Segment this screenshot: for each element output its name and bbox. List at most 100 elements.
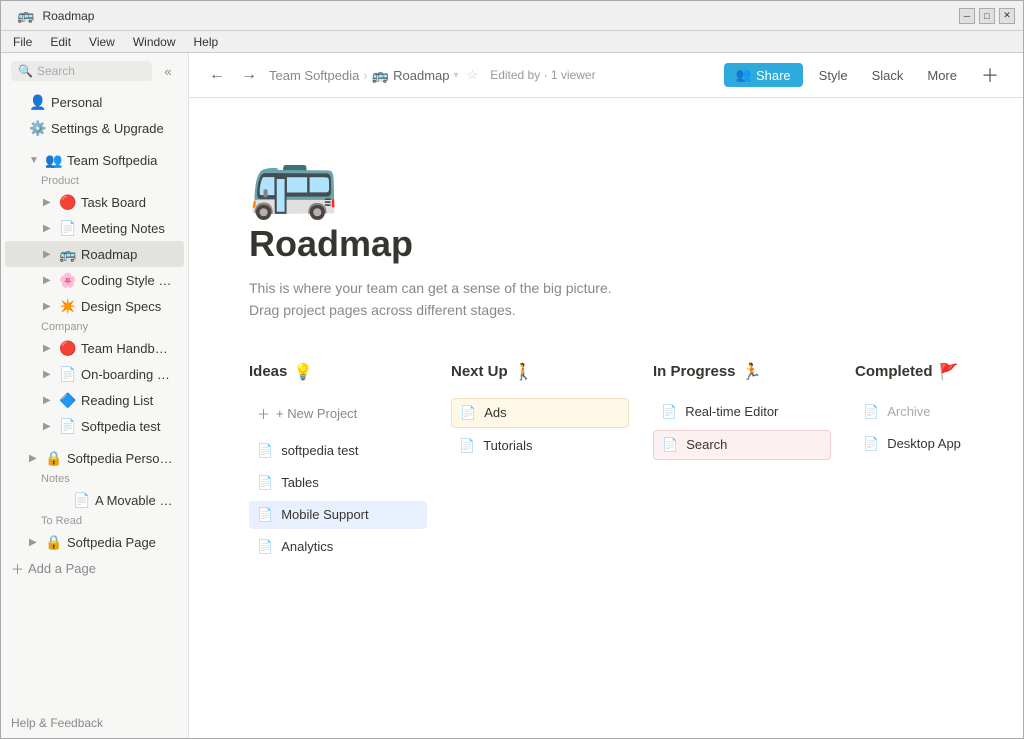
- breadcrumb: Team Softpedia › 🚌 Roadmap ▾ ☆ Edited by…: [269, 67, 716, 84]
- breadcrumb-team[interactable]: Team Softpedia: [269, 68, 359, 83]
- app-icon: 🚌: [9, 1, 42, 31]
- add-button[interactable]: ＋: [973, 58, 1007, 92]
- card-label-tables: Tables: [281, 475, 419, 490]
- sidebar-personal-section[interactable]: ▶ 🔒 Softpedia Personal: [5, 445, 184, 471]
- roadmap-label: Roadmap: [81, 247, 174, 262]
- add-page-plus-icon: ＋: [11, 559, 24, 578]
- menu-window[interactable]: Window: [125, 33, 184, 51]
- sidebar-item-handbook[interactable]: ▶ 🔴 Team Handbook: [5, 335, 184, 361]
- card-icon-archive: 📄: [863, 404, 879, 420]
- search-box[interactable]: 🔍 Search: [11, 61, 152, 81]
- sidebar: 🔍 Search « 👤 Personal ⚙️ Settings & Upgr…: [1, 53, 189, 738]
- breadcrumb-chevron-icon: ▾: [454, 70, 459, 81]
- style-label: Style: [819, 68, 848, 83]
- card-softpedia-test[interactable]: 📄 softpedia test: [249, 437, 427, 465]
- style-button[interactable]: Style: [811, 64, 856, 87]
- completed-title: Completed: [855, 363, 933, 380]
- more-button[interactable]: More: [919, 64, 965, 87]
- card-search[interactable]: 📄 Search: [653, 430, 831, 460]
- kanban-col-completed: Completed 🚩 📄 Archive 📄 Desktop App: [855, 362, 1023, 462]
- sidebar-product-heading: Product: [1, 173, 188, 189]
- kanban-board: Ideas 💡 ＋ + New Project 📄 softpedia test: [249, 362, 963, 565]
- settings-icon: ⚙️: [29, 119, 47, 137]
- menu-view[interactable]: View: [81, 33, 123, 51]
- onboarding-arrow-icon: ▶: [43, 369, 59, 380]
- card-tables[interactable]: 📄 Tables: [249, 469, 427, 497]
- team-icon: 👥: [45, 151, 63, 169]
- sidebar-item-meeting-notes[interactable]: ▶ 📄 Meeting Notes: [5, 215, 184, 241]
- close-button[interactable]: ✕: [999, 8, 1015, 24]
- forward-button[interactable]: →: [237, 64, 261, 86]
- team-arrow-icon: ▼: [29, 155, 45, 166]
- card-analytics[interactable]: 📄 Analytics: [249, 533, 427, 561]
- card-icon-tables: 📄: [257, 475, 273, 491]
- sidebar-item-coding-style[interactable]: ▶ 🌸 Coding Style Guide: [5, 267, 184, 293]
- personal-section-label: Softpedia Personal: [67, 451, 174, 466]
- add-page-button[interactable]: ＋ Add a Page: [1, 555, 188, 582]
- help-feedback-button[interactable]: Help & Feedback: [11, 716, 103, 730]
- breadcrumb-page-name[interactable]: Roadmap: [393, 68, 449, 83]
- kanban-col-ideas: Ideas 💡 ＋ + New Project 📄 softpedia test: [249, 362, 427, 565]
- sidebar-item-taskboard[interactable]: ▶ 🔴 Task Board: [5, 189, 184, 215]
- sidebar-item-softpedia-test[interactable]: ▶ 📄 Softpedia test: [5, 413, 184, 439]
- share-button[interactable]: 👥 Share: [724, 63, 803, 87]
- reading-arrow-icon: ▶: [43, 395, 59, 406]
- nextup-col-header: Next Up 🚶: [451, 362, 629, 382]
- sidebar-footer: Help & Feedback: [1, 707, 188, 738]
- softtest-label: Softpedia test: [81, 419, 174, 434]
- title-bar: 🚌 Roadmap ─ □ ✕: [1, 1, 1023, 31]
- personal-label: Personal: [51, 95, 174, 110]
- slack-button[interactable]: Slack: [864, 64, 912, 87]
- sidebar-item-design-specs[interactable]: ▶ ✴️ Design Specs: [5, 293, 184, 319]
- menu-help[interactable]: Help: [186, 33, 227, 51]
- design-icon: ✴️: [59, 297, 77, 315]
- card-label-desktop-app: Desktop App: [887, 436, 1023, 451]
- app-window: 🚌 Roadmap ─ □ ✕ File Edit View Window He…: [0, 0, 1024, 739]
- sidebar-item-softpedia-page[interactable]: ▶ 🔒 Softpedia Page: [5, 529, 184, 555]
- card-tutorials[interactable]: 📄 Tutorials: [451, 432, 629, 460]
- minimize-button[interactable]: ─: [959, 8, 975, 24]
- sidebar-item-settings[interactable]: ⚙️ Settings & Upgrade: [5, 115, 184, 141]
- sidebar-item-roadmap[interactable]: ▶ 🚌 Roadmap: [5, 241, 184, 267]
- menu-edit[interactable]: Edit: [42, 33, 79, 51]
- sidebar-item-personal[interactable]: 👤 Personal: [5, 89, 184, 115]
- breadcrumb-star-icon[interactable]: ☆: [467, 67, 479, 83]
- share-icon: 👥: [736, 67, 752, 83]
- window-controls[interactable]: ─ □ ✕: [959, 8, 1015, 24]
- kanban-col-inprogress: In Progress 🏃 📄 Real-time Editor 📄 Searc…: [653, 362, 831, 464]
- card-label-tutorials: Tutorials: [483, 438, 621, 453]
- card-mobile-support[interactable]: 📄 Mobile Support: [249, 501, 427, 529]
- sidebar-header: 🔍 Search «: [1, 53, 188, 89]
- completed-emoji: 🚩: [939, 362, 959, 382]
- card-icon-tutorials: 📄: [459, 438, 475, 454]
- card-icon-ads: 📄: [460, 405, 476, 421]
- softpage-label: Softpedia Page: [67, 535, 174, 550]
- completed-col-header: Completed 🚩: [855, 362, 1023, 382]
- main-content: 🚌 Roadmap This is where your team can ge…: [189, 98, 1023, 738]
- page-title: Roadmap: [249, 223, 963, 265]
- new-project-button[interactable]: ＋ + New Project: [249, 398, 427, 429]
- card-archive[interactable]: 📄 Archive: [855, 398, 1023, 426]
- sidebar-item-reading-list[interactable]: ▶ 🔷 Reading List: [5, 387, 184, 413]
- sidebar-item-movable-feast[interactable]: 📄 A Movable Feast: [5, 487, 184, 513]
- card-icon-desktop-app: 📄: [863, 436, 879, 452]
- add-page-label: Add a Page: [28, 561, 96, 576]
- topbar: ← → Team Softpedia › 🚌 Roadmap ▾ ☆ Edite…: [189, 53, 1023, 98]
- back-button[interactable]: ←: [205, 64, 229, 86]
- settings-label: Settings & Upgrade: [51, 121, 174, 136]
- sidebar-notes-heading: Notes: [1, 471, 188, 487]
- card-label-mobile-support: Mobile Support: [281, 507, 419, 522]
- nextup-emoji: 🚶: [514, 362, 534, 382]
- collapse-sidebar-button[interactable]: «: [158, 61, 178, 81]
- share-label: Share: [756, 68, 791, 83]
- sidebar-team-section[interactable]: ▼ 👥 Team Softpedia: [5, 147, 184, 173]
- menu-file[interactable]: File: [5, 33, 40, 51]
- personal-icon: 👤: [29, 93, 47, 111]
- card-ads[interactable]: 📄 Ads: [451, 398, 629, 428]
- sidebar-item-onboarding[interactable]: ▶ 📄 On-boarding Checklist: [5, 361, 184, 387]
- card-desktop-app[interactable]: 📄 Desktop App: [855, 430, 1023, 458]
- card-realtime-editor[interactable]: 📄 Real-time Editor: [653, 398, 831, 426]
- card-label-ads: Ads: [484, 405, 620, 420]
- maximize-button[interactable]: □: [979, 8, 995, 24]
- inprogress-col-header: In Progress 🏃: [653, 362, 831, 382]
